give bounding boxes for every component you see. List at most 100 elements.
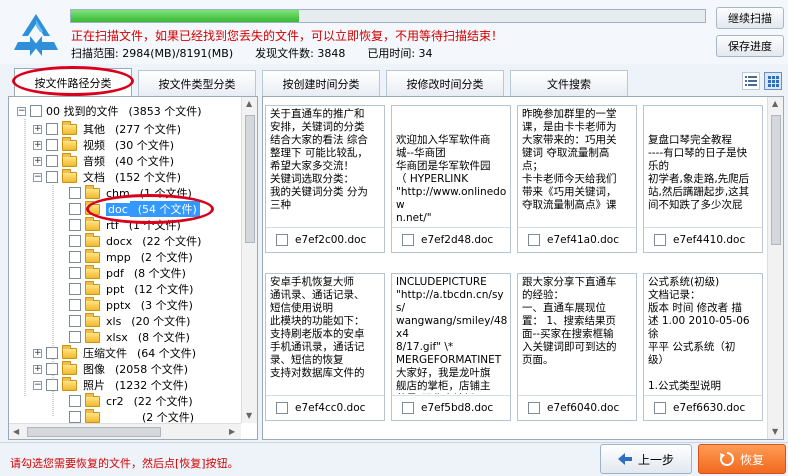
tree-item-chm[interactable]: chm (1 个文件) [69, 184, 192, 201]
file-name: e7ef2c00.doc [295, 234, 367, 246]
continue-scan-button[interactable]: 继续扫描 [716, 7, 784, 29]
tree-hscroll-thumb[interactable] [27, 427, 161, 437]
tree-item-rtf[interactable]: rtf (1 个文件) [69, 216, 181, 233]
folder-icon [62, 136, 77, 151]
tree-item-pptx[interactable]: pptx (3 个文件) [69, 296, 193, 313]
file-card[interactable]: 公式系统(初级) 文档记录： 版本 时间 修改者 描 述 1.00 2010-0… [643, 273, 763, 421]
tree-item-audio[interactable]: + 音频 (40 个文件) [33, 152, 174, 169]
expand-icon[interactable]: + [33, 156, 42, 166]
file-card[interactable]: 复盘口琴完全教程 ----有口琴的日子是快 乐的 初学者,象走路,先爬后 站,然… [643, 105, 763, 253]
tree-checkbox[interactable] [69, 187, 81, 199]
file-checkbox[interactable] [402, 402, 414, 414]
tree-item-xls[interactable]: xls (20 个文件) [69, 312, 190, 329]
file-card[interactable]: 昨晚参加群里的一堂 课，是由卡卡老师为 大家带来的：巧用关 键词 夺取流量制高 … [517, 105, 637, 253]
file-card[interactable]: 跟大家分享下直通车 的经验： 一、直通车展现位 置： 1、搜索结果页 面--买家… [517, 273, 637, 421]
tree-checkbox[interactable] [69, 251, 81, 263]
file-grid-scrollbar[interactable]: ▲ ▼ [767, 97, 783, 439]
tree-item-pdf[interactable]: pdf (8 个文件) [69, 264, 186, 281]
scroll-up-icon[interactable]: ▲ [772, 99, 778, 108]
scan-message: 正在扫描文件，如果已经找到您丢失的文件，可以立即恢复，不用等待扫描结束！ [71, 29, 504, 43]
list-view-icon[interactable] [742, 72, 760, 90]
file-checkbox[interactable] [528, 234, 540, 246]
tab-by-modified-time[interactable]: 按修改时间分类 [386, 70, 504, 96]
tree-item-cr2[interactable]: cr2 (22 个文件) [69, 392, 193, 409]
tree-checkbox[interactable] [69, 315, 81, 327]
file-grid-scroll-thumb[interactable] [771, 115, 781, 245]
tree-checkbox[interactable] [69, 219, 81, 231]
file-checkbox[interactable] [276, 402, 288, 414]
file-checkbox[interactable] [528, 402, 540, 414]
expand-icon[interactable]: + [33, 364, 42, 374]
tree-vertical-scrollbar[interactable]: ▲ ▼ [241, 97, 257, 423]
collapse-icon[interactable]: − [33, 380, 42, 390]
scroll-up-icon[interactable]: ▲ [246, 99, 252, 108]
tree-item-video[interactable]: + 视频 (30 个文件) [33, 136, 174, 153]
folder-icon [62, 360, 77, 375]
tree-checkbox[interactable] [46, 379, 58, 391]
tree-checkbox[interactable] [46, 347, 58, 359]
scroll-down-icon[interactable]: ▼ [246, 411, 252, 420]
tab-by-created-time[interactable]: 按创建时间分类 [262, 70, 380, 96]
file-card[interactable]: 欢迎加入华军软件商 城--华商团 华商团是华军软件园 （ HYPERLINK "… [391, 105, 511, 253]
tree-checkbox[interactable] [69, 235, 81, 247]
file-preview-text: 复盘口琴完全教程 ----有口琴的日子是快 乐的 初学者,象走路,先爬后 站,然… [648, 134, 750, 211]
tree-item-other[interactable]: + 其他 (277 个文件) [33, 120, 181, 137]
collapse-icon[interactable]: − [17, 106, 26, 116]
folder-icon [85, 264, 100, 279]
tree-scroll-thumb[interactable] [245, 115, 255, 243]
file-checkbox[interactable] [654, 402, 666, 414]
collapse-icon[interactable]: − [33, 172, 42, 182]
grid-view-icon[interactable] [764, 72, 782, 90]
file-card[interactable]: 关于直通车的推广和 安排，关键词的分类 结合大家的看法 综合 整理下 可能比较乱… [265, 105, 385, 253]
tree-item-images[interactable]: + 图像 (2058 个文件) [33, 360, 188, 377]
tree-checkbox[interactable] [30, 105, 42, 117]
scroll-down-icon[interactable]: ▼ [772, 427, 778, 436]
tree-checkbox[interactable] [69, 203, 81, 215]
tree-item-archives[interactable]: + 压缩文件 (64 个文件) [33, 344, 196, 361]
tree-item-photos[interactable]: − 照片 (1232 个文件) [33, 376, 188, 393]
file-checkbox[interactable] [654, 234, 666, 246]
tree-item-mpp[interactable]: mpp (2 个文件) [69, 248, 193, 265]
tree-checkbox[interactable] [69, 411, 81, 423]
tab-file-search[interactable]: 文件搜索 [510, 70, 628, 96]
scan-stats: 扫描范围: 2984(MB)/8191(MB) 发现文件数: 3848 已用时间… [71, 45, 433, 61]
tree-item-docx[interactable]: docx (22 个文件) [69, 232, 201, 249]
recover-hint: 请勾选您需要恢复的文件，然后点[恢复]按钮。 [10, 457, 239, 470]
tree-checkbox[interactable] [69, 299, 81, 311]
file-checkbox[interactable] [276, 234, 288, 246]
previous-step-label: 上一步 [637, 452, 674, 467]
tree-checkbox[interactable] [46, 155, 58, 167]
file-card[interactable]: INCLUDEPICTURE "http://a.tbcdn.cn/sys/ w… [391, 273, 511, 421]
folder-icon [85, 280, 100, 295]
tree-horizontal-scrollbar[interactable]: ◀ ▶ [9, 423, 241, 439]
tree-checkbox[interactable] [69, 395, 81, 407]
tree-checkbox[interactable] [69, 283, 81, 295]
tree-item-root[interactable]: − 00 找到的文件 (3853 个文件) [17, 103, 202, 119]
expand-icon[interactable]: + [33, 140, 42, 150]
tree-checkbox[interactable] [69, 267, 81, 279]
scan-range: 扫描范围: 2984(MB)/8191(MB) [71, 47, 234, 60]
tree-checkbox[interactable] [46, 363, 58, 375]
tree-item-xlsx[interactable]: xlsx (8 个文件) [69, 328, 190, 345]
tree-checkbox[interactable] [46, 139, 58, 151]
tab-by-path[interactable]: 按文件路径分类 [14, 68, 132, 96]
scroll-right-icon[interactable]: ▶ [229, 427, 235, 436]
file-name: e7ef6630.doc [673, 402, 746, 414]
tree-checkbox[interactable] [69, 331, 81, 343]
file-checkbox[interactable] [402, 234, 414, 246]
recover-button[interactable]: 恢复 [698, 444, 786, 474]
tree-item-documents[interactable]: − 文档 (152 个文件) [33, 168, 181, 185]
tree-checkbox[interactable] [46, 123, 58, 135]
tree-checkbox[interactable] [46, 171, 58, 183]
tree-item-doc[interactable]: doc (54 个文件) [69, 200, 200, 217]
save-progress-button[interactable]: 保存进度 [716, 35, 784, 57]
scroll-left-icon[interactable]: ◀ [13, 427, 19, 436]
file-card[interactable]: 安卓手机恢复大师 通讯录、通话记录、 短信使用说明 此模块的功能如下： 支持刷老… [265, 273, 385, 421]
tab-by-type[interactable]: 按文件类型分类 [138, 70, 256, 96]
folder-icon [85, 296, 100, 311]
expand-icon[interactable]: + [33, 348, 42, 358]
tree-item-ppt[interactable]: ppt (12 个文件) [69, 280, 193, 297]
expand-icon[interactable]: + [33, 124, 42, 134]
previous-step-button[interactable]: 上一步 [600, 444, 692, 474]
folder-icon [85, 200, 100, 215]
